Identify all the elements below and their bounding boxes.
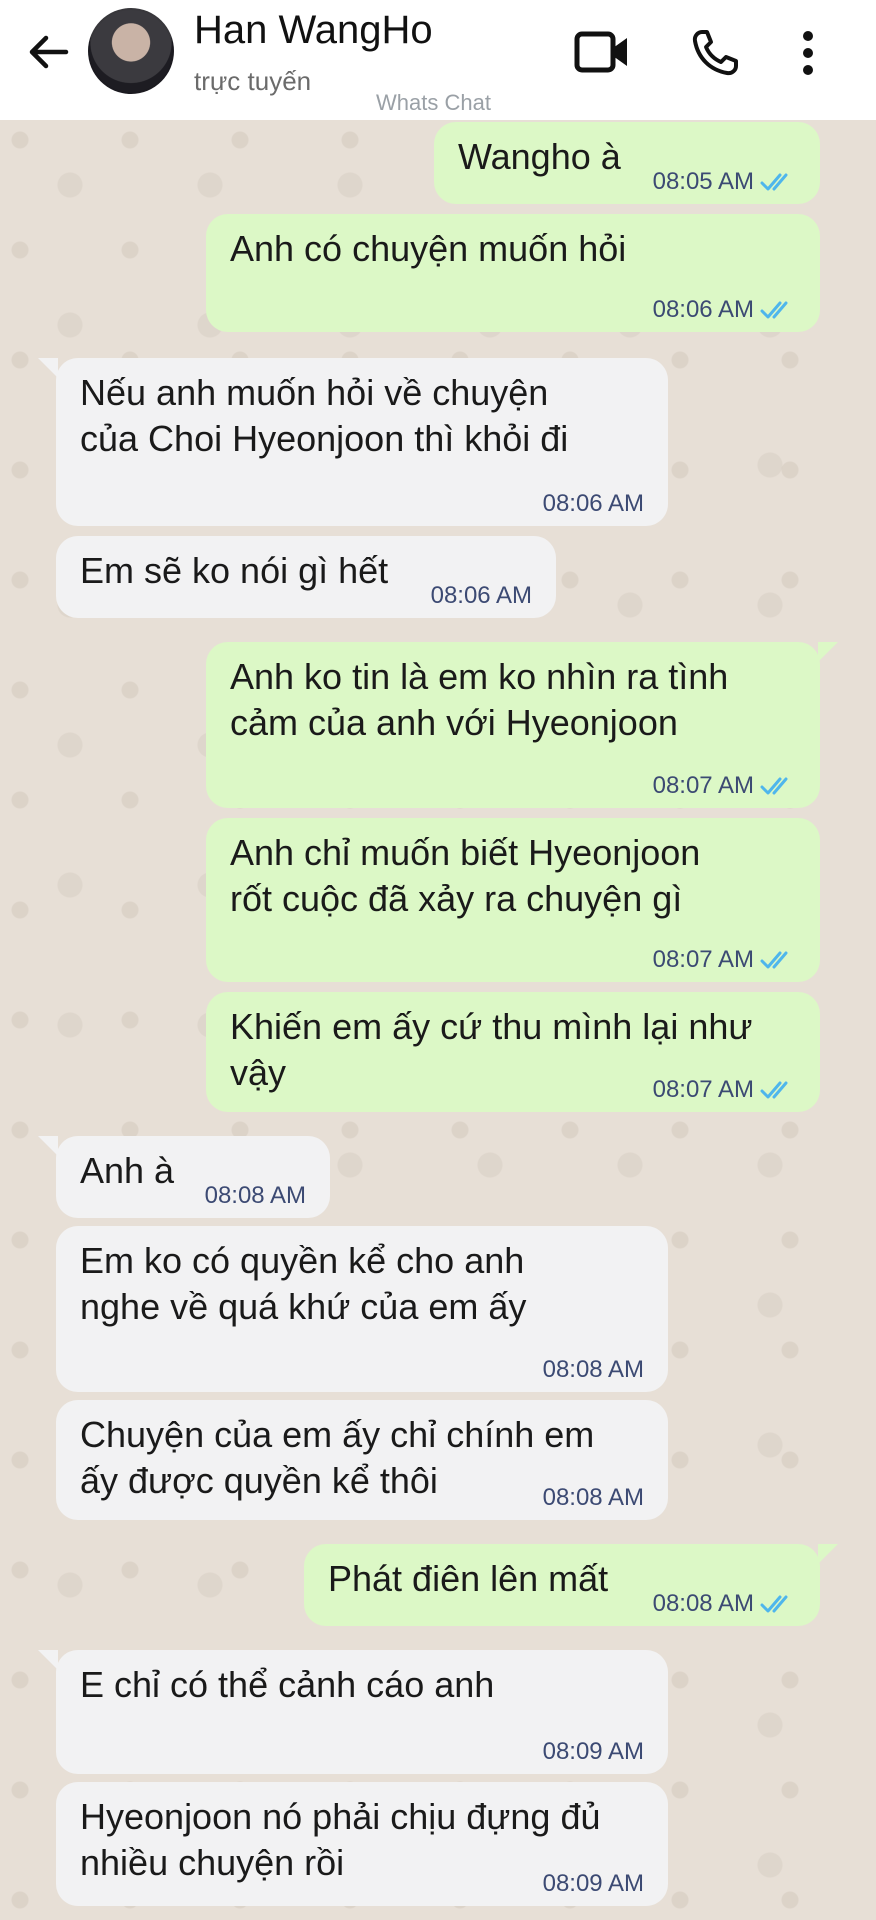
contact-status: trực tuyến [194, 66, 312, 96]
message-timestamp: 08:08 AM [653, 1590, 796, 1618]
double-check-icon [760, 301, 788, 319]
bubble-tail [818, 1544, 838, 1564]
message-timestamp: 08:06 AM [543, 490, 644, 518]
incoming-message-bubble[interactable]: E chỉ có thể cảnh cáo anh 08:09 AM [38, 1650, 668, 1774]
message-timestamp: 08:06 AM [431, 582, 532, 610]
message-timestamp: 08:05 AM [653, 168, 796, 196]
message-timestamp: 08:09 AM [543, 1870, 644, 1898]
timestamp-text: 08:09 AM [542, 1870, 644, 1897]
timestamp-text: 08:08 AM [204, 1182, 306, 1209]
bubble-tail [38, 1650, 58, 1670]
message-timestamp: 08:08 AM [543, 1356, 644, 1384]
outgoing-message-bubble[interactable]: Anh chỉ muốn biết Hyeonjoon rốt cuộc đã … [206, 818, 820, 982]
message-timestamp: 08:07 AM [653, 772, 796, 800]
outgoing-message-bubble[interactable]: Wangho à 08:05 AM [434, 122, 820, 204]
watermark: Whats Chat [376, 90, 491, 115]
message-timestamp: 08:08 AM [543, 1484, 644, 1512]
timestamp-text: 08:05 AM [652, 168, 754, 195]
message-timestamp: 08:07 AM [653, 946, 796, 974]
timestamp-text: 08:06 AM [542, 490, 644, 517]
message-text: E chỉ có thể cảnh cáo anh [80, 1664, 495, 1705]
video-call-icon[interactable] [574, 28, 630, 76]
message-text: Anh chỉ muốn biết Hyeonjoon rốt cuộc đã … [230, 832, 701, 919]
timestamp-text: 08:07 AM [652, 946, 754, 973]
double-check-icon [760, 777, 788, 795]
bubble-tail [818, 642, 838, 662]
more-options-icon[interactable] [796, 28, 820, 78]
back-arrow-icon[interactable] [26, 30, 70, 74]
incoming-message-bubble[interactable]: Nếu anh muốn hỏi về chuyện của Choi Hyeo… [38, 358, 668, 526]
double-check-icon [760, 173, 788, 191]
double-check-icon [760, 1595, 788, 1613]
timestamp-text: 08:07 AM [652, 1076, 754, 1103]
incoming-message-bubble[interactable]: Chuyện của em ấy chỉ chính em ấy được qu… [56, 1400, 668, 1520]
timestamp-text: 08:08 AM [542, 1356, 644, 1383]
incoming-message-bubble[interactable]: Hyeonjoon nó phải chịu đựng đủ nhiều chu… [56, 1782, 668, 1906]
message-text: Em ko có quyền kể cho anh nghe về quá kh… [80, 1240, 527, 1327]
timestamp-text: 08:06 AM [430, 582, 532, 609]
contact-name[interactable]: Han WangHo [194, 8, 433, 53]
message-timestamp: 08:09 AM [543, 1738, 644, 1766]
bubble-tail [38, 1136, 58, 1156]
message-text: Anh có chuyện muốn hỏi [230, 228, 627, 269]
timestamp-text: 08:08 AM [652, 1590, 754, 1617]
message-text: Anh ko tin là em ko nhìn ra tình cảm của… [230, 656, 729, 743]
message-text: Nếu anh muốn hỏi về chuyện của Choi Hyeo… [80, 372, 569, 459]
phone-icon[interactable] [690, 28, 740, 78]
timestamp-text: 08:09 AM [542, 1738, 644, 1765]
outgoing-message-bubble[interactable]: Anh ko tin là em ko nhìn ra tình cảm của… [206, 642, 838, 808]
incoming-message-bubble[interactable]: Em sẽ ko nói gì hết 08:06 AM [56, 536, 556, 618]
outgoing-message-bubble[interactable]: Anh có chuyện muốn hỏi 08:06 AM [206, 214, 820, 332]
bubble-tail [38, 358, 58, 378]
timestamp-text: 08:07 AM [652, 772, 754, 799]
message-timestamp: 08:07 AM [653, 1076, 796, 1104]
double-check-icon [760, 951, 788, 969]
outgoing-message-bubble[interactable]: Khiến em ấy cứ thu mình lại như vậy 08:07… [206, 992, 820, 1112]
avatar[interactable] [88, 8, 174, 94]
incoming-message-bubble[interactable]: Em ko có quyền kể cho anh nghe về quá kh… [56, 1226, 668, 1392]
message-timestamp: 08:06 AM [653, 296, 796, 324]
double-check-icon [760, 1081, 788, 1099]
timestamp-text: 08:08 AM [542, 1484, 644, 1511]
message-timestamp: 08:08 AM [205, 1182, 306, 1210]
incoming-message-bubble[interactable]: Anh à 08:08 AM [38, 1136, 330, 1218]
timestamp-text: 08:06 AM [652, 296, 754, 323]
outgoing-message-bubble[interactable]: Phát điên lên mất 08:08 AM [304, 1544, 838, 1626]
